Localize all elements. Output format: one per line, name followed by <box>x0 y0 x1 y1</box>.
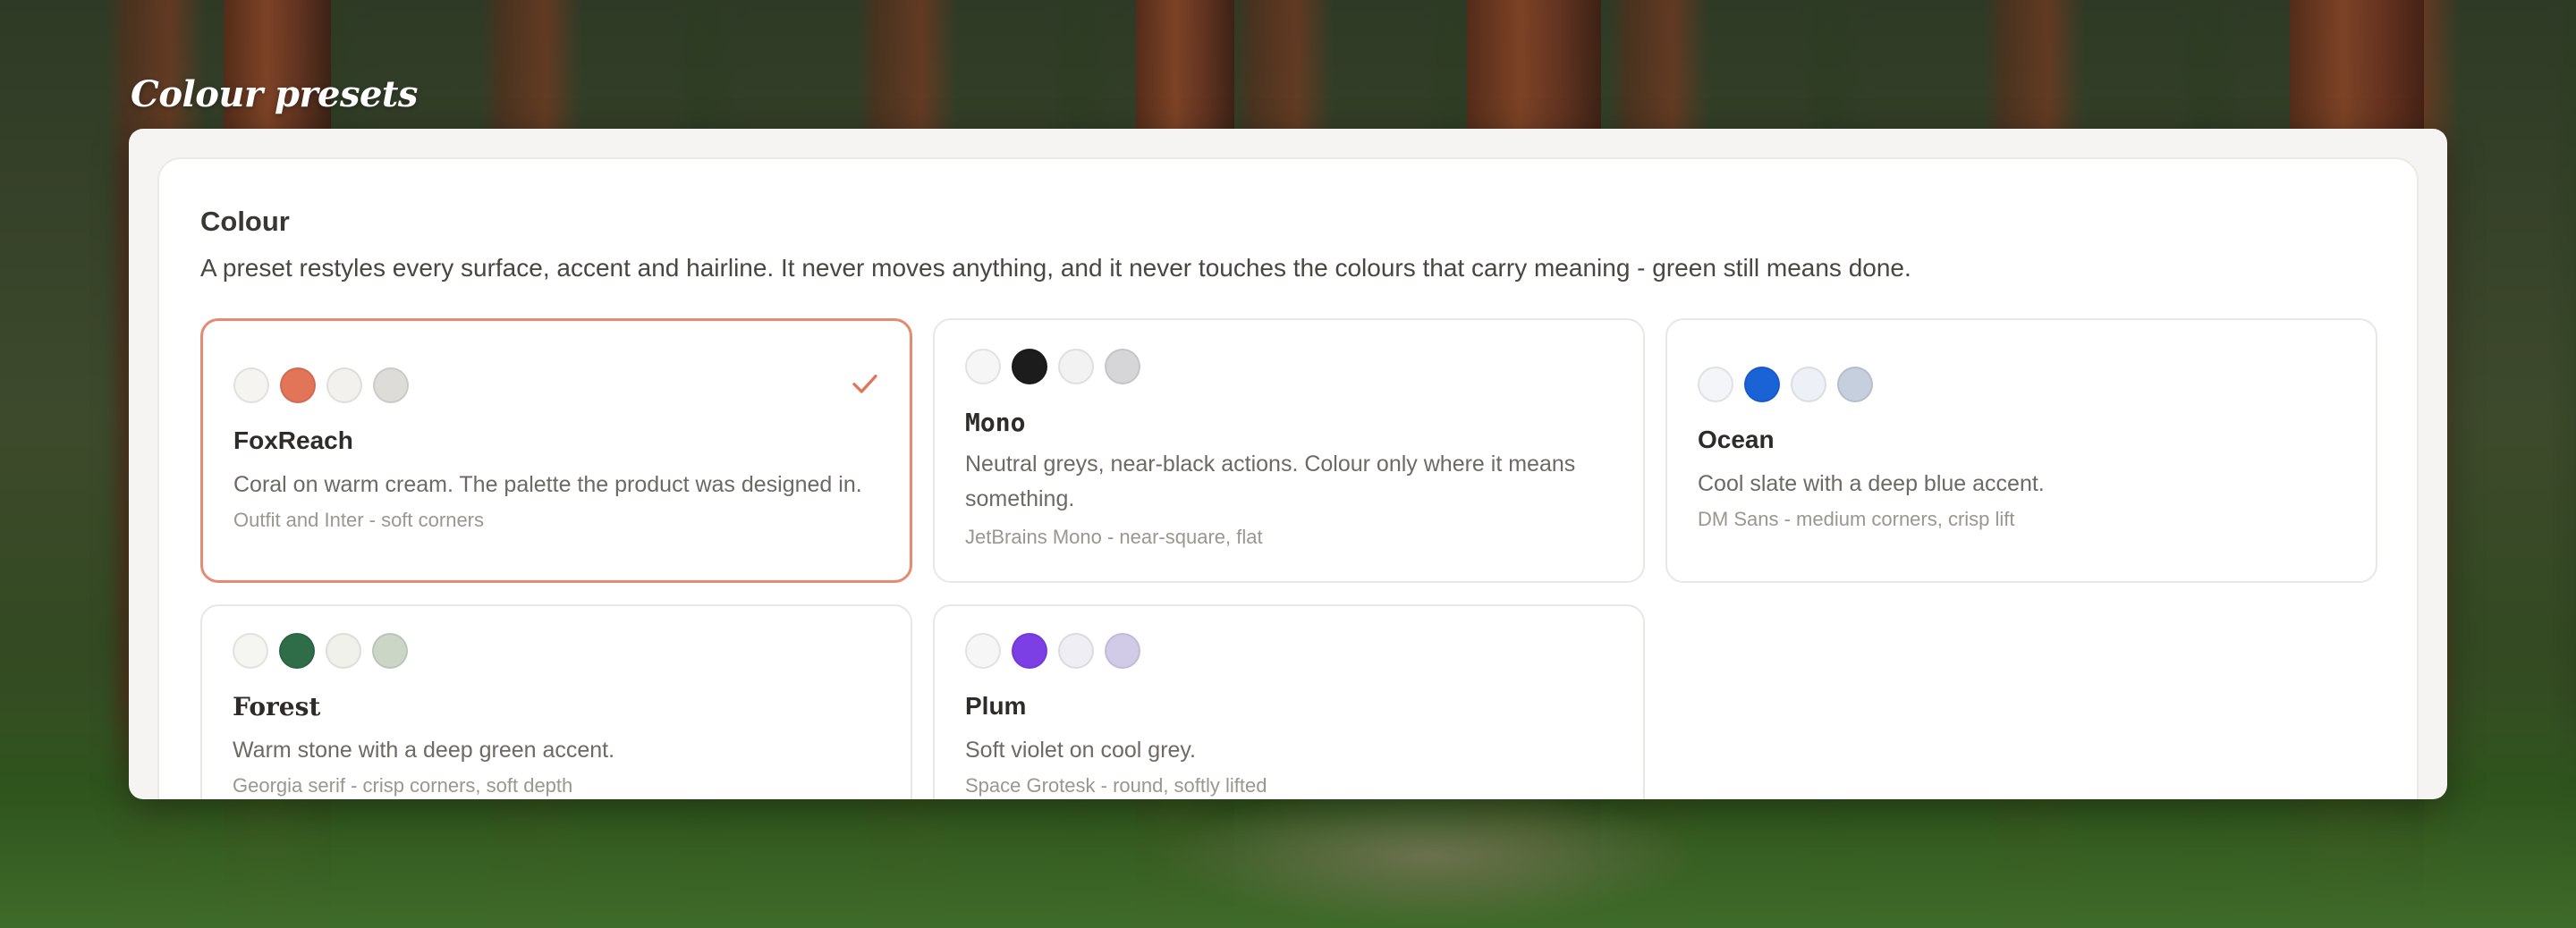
colour-panel: Colour A preset restyles every surface, … <box>157 157 2419 799</box>
preset-card-forest[interactable]: Forest Warm stone with a deep green acce… <box>200 604 912 799</box>
colour-swatch <box>233 367 269 403</box>
colour-swatch <box>233 633 268 669</box>
preset-meta: Georgia serif - crisp corners, soft dept… <box>233 774 573 797</box>
presets-window: Colour A preset restyles every surface, … <box>129 129 2447 799</box>
preset-meta: DM Sans - medium corners, crisp lift <box>1698 508 2015 530</box>
section-title: Colour <box>200 206 290 237</box>
colour-swatch <box>1837 367 1873 402</box>
colour-swatch <box>965 349 1001 384</box>
preset-description: Warm stone with a deep green accent. <box>233 738 615 763</box>
preset-card-foxreach[interactable]: FoxReach Coral on warm cream. The palett… <box>200 318 912 583</box>
swatch-row <box>965 349 1140 384</box>
colour-swatch <box>1744 367 1780 402</box>
swatch-row <box>965 633 1140 669</box>
colour-swatch <box>1012 633 1047 669</box>
check-icon <box>852 375 877 393</box>
colour-swatch <box>326 633 361 669</box>
preset-name: Plum <box>965 692 1027 720</box>
preset-card-mono[interactable]: Mono Neutral greys, near-black actions. … <box>933 318 1645 583</box>
colour-swatch <box>372 633 408 669</box>
colour-swatch <box>1012 349 1047 384</box>
preset-name: Forest <box>233 692 321 721</box>
preset-meta: Space Grotesk - round, softly lifted <box>965 774 1267 797</box>
preset-meta: Outfit and Inter - soft corners <box>233 509 485 531</box>
preset-meta: JetBrains Mono - near-square, flat <box>965 526 1263 548</box>
swatch-row <box>233 633 408 669</box>
colour-swatch <box>279 633 315 669</box>
colour-swatch <box>1791 367 1826 402</box>
colour-swatch <box>373 367 409 403</box>
colour-swatch <box>1105 349 1140 384</box>
colour-swatch <box>1105 633 1140 669</box>
preset-description: Neutral greys, near-black actions. Colou… <box>965 451 1576 511</box>
swatch-row <box>233 367 409 403</box>
preset-description: Cool slate with a deep blue accent. <box>1698 471 2045 496</box>
preset-description: Coral on warm cream. The palette the pro… <box>233 472 862 497</box>
colour-swatch <box>1058 633 1094 669</box>
background-ground <box>1163 785 1699 928</box>
preset-name: Ocean <box>1698 426 1775 453</box>
section-description: A preset restyles every surface, accent … <box>200 254 1911 282</box>
preset-description: Soft violet on cool grey. <box>965 738 1197 763</box>
preset-name: Mono <box>965 408 1026 437</box>
colour-swatch <box>1058 349 1094 384</box>
colour-swatch <box>965 633 1001 669</box>
colour-swatch <box>326 367 362 403</box>
page-title: Colour presets <box>131 73 418 115</box>
colour-swatch <box>1698 367 1733 402</box>
colour-swatch <box>280 367 316 403</box>
preset-card-plum[interactable]: Plum Soft violet on cool grey. Space Gro… <box>933 604 1645 799</box>
preset-name: FoxReach <box>233 426 353 454</box>
swatch-row <box>1698 367 1873 402</box>
preset-card-ocean[interactable]: Ocean Cool slate with a deep blue accent… <box>1665 318 2377 583</box>
